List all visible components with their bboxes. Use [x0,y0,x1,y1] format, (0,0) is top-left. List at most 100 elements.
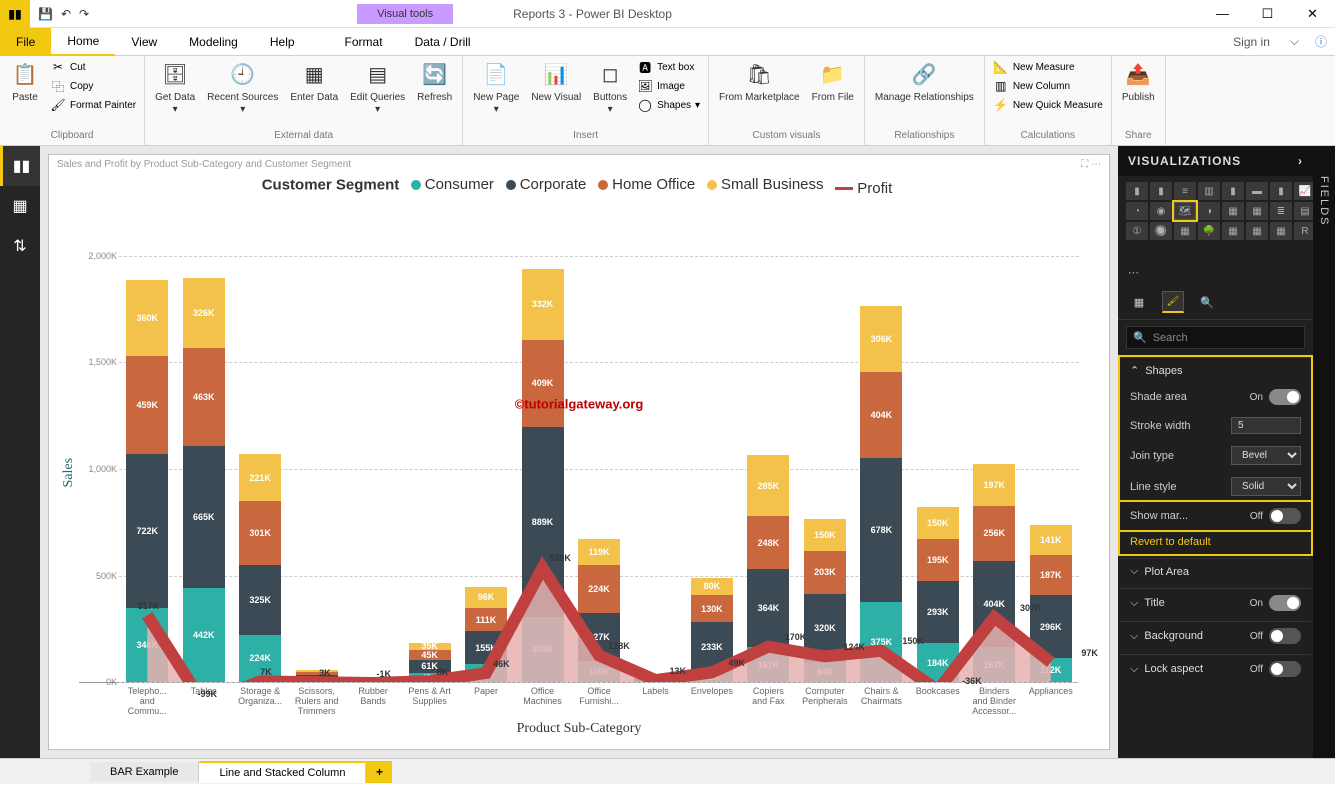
buttons-button[interactable]: ◻Buttons▾ [589,58,631,118]
datadrill-tab[interactable]: Data / Drill [399,28,487,56]
new-column-button[interactable]: ▥New Column [991,77,1105,95]
copy-button[interactable]: ⿻Copy [48,77,138,95]
join-type-select[interactable]: Bevel [1231,446,1301,465]
format-tab[interactable]: Format [329,28,399,56]
bar-column[interactable]: 306K404K678K375K [857,203,905,683]
bar-column[interactable]: 332K409K889K308K [518,203,566,683]
viz-type-1[interactable]: ▮ [1150,182,1172,200]
bar-column[interactable]: 221K301K325K224K [236,203,284,683]
bar-column[interactable]: 285K248K364K167K [744,203,792,683]
from-marketplace-button[interactable]: 🛍From Marketplace [715,58,804,106]
edit-queries-button[interactable]: ▤Edit Queries▾ [346,58,409,118]
vizpane-collapse-icon[interactable]: › [1298,154,1303,168]
paste-button[interactable]: 📋Paste [6,58,44,106]
maximize-button[interactable]: ☐ [1245,0,1290,28]
home-tab[interactable]: Home [51,28,115,56]
viz-type-4[interactable]: ▮ [1222,182,1244,200]
lockaspect-toggle[interactable] [1269,661,1301,677]
viz-type-18[interactable]: ▦ [1174,222,1196,240]
bar-column[interactable] [349,203,397,683]
viz-type-17[interactable]: 🔘 [1150,222,1172,240]
viz-type-0[interactable]: ▮ [1126,182,1148,200]
new-quick-measure-button[interactable]: ⚡New Quick Measure [991,96,1105,114]
viz-type-8[interactable]: ◔ [1126,202,1148,220]
file-tab[interactable]: File [0,28,51,56]
bar-column[interactable]: 197K256K404K167K [970,203,1018,683]
cut-button[interactable]: ✂Cut [48,58,138,76]
textbox-button[interactable]: 🅰Text box [635,58,702,76]
stroke-width-input[interactable] [1231,417,1301,434]
chart-visual[interactable]: Sales and Profit by Product Sub-Category… [48,154,1110,750]
bar-column[interactable]: 119K224K227K100K [575,203,623,683]
get-data-button[interactable]: 🗄Get Data▾ [151,58,199,118]
refresh-button[interactable]: 🔄Refresh [413,58,456,106]
viz-type-3[interactable]: ▥ [1198,182,1220,200]
viz-type-22[interactable]: ▦ [1270,222,1292,240]
fields-pane-collapsed[interactable]: FIELDS [1313,146,1335,758]
minimize-button[interactable]: — [1200,0,1245,28]
new-visual-button[interactable]: 📊New Visual [527,58,585,106]
revert-to-default[interactable]: Revert to default [1120,530,1311,554]
from-file-button[interactable]: 📁From File [808,58,858,106]
show-marker-toggle[interactable] [1269,508,1301,524]
plotarea-header[interactable]: ⌵Plot Area [1120,558,1311,584]
title-toggle[interactable] [1269,595,1301,611]
bar-column[interactable]: 326K463K665K442K [179,203,227,683]
viz-type-12[interactable]: ▦ [1222,202,1244,220]
bar-column[interactable] [292,203,340,683]
manage-relationships-button[interactable]: 🔗Manage Relationships [871,58,978,106]
page-tab-bar-example[interactable]: BAR Example [90,762,199,782]
bar-column[interactable]: 96K111K155K84K [462,203,510,683]
redo-icon[interactable]: ↷ [79,7,89,21]
help-dropdown-icon[interactable]: ⌵ [1282,34,1307,49]
data-view-icon[interactable]: ▦ [0,186,40,226]
report-canvas[interactable]: Sales and Profit by Product Sub-Category… [40,146,1118,758]
shapes-button[interactable]: ◯Shapes ▾ [635,96,702,114]
viz-type-6[interactable]: ▮ [1270,182,1292,200]
format-search-input[interactable]: 🔍 Search [1126,326,1305,349]
page-tab-line-stacked[interactable]: Line and Stacked Column [199,761,366,783]
close-button[interactable]: ✕ [1290,0,1335,28]
enter-data-button[interactable]: ▦Enter Data [286,58,342,106]
analytics-tab-icon[interactable]: 🔍 [1196,291,1218,313]
more-visuals-icon[interactable]: ⋯ [1118,266,1313,285]
report-view-icon[interactable]: ▮▮ [0,146,40,186]
lockaspect-header[interactable]: ⌵Lock aspectOff [1120,654,1311,683]
format-painter-button[interactable]: 🖌Format Painter [48,96,138,114]
undo-icon[interactable]: ↶ [61,7,71,21]
viz-type-2[interactable]: ≡ [1174,182,1196,200]
viz-type-21[interactable]: ▦ [1246,222,1268,240]
title-prop-header[interactable]: ⌵TitleOn [1120,588,1311,617]
bar-column[interactable]: 80K130K233K48K [688,203,736,683]
viz-type-10[interactable]: 🗺 [1174,202,1196,220]
save-icon[interactable]: 💾 [38,7,53,21]
help-icon[interactable]: ⓘ [1307,33,1335,50]
modeling-tab[interactable]: Modeling [173,28,254,56]
view-tab[interactable]: View [115,28,173,56]
viz-type-11[interactable]: ◑ [1198,202,1220,220]
bar-column[interactable]: 150K203K320K94K [801,203,849,683]
viz-type-20[interactable]: ▦ [1222,222,1244,240]
sign-in-link[interactable]: Sign in [1221,35,1282,49]
viz-type-13[interactable]: ▦ [1246,202,1268,220]
shade-area-toggle[interactable] [1269,389,1301,405]
image-button[interactable]: 🖼Image [635,77,702,95]
new-measure-button[interactable]: 📐New Measure [991,58,1105,76]
format-tab-icon[interactable]: 🖌 [1162,291,1184,313]
viz-type-5[interactable]: ▬ [1246,182,1268,200]
bar-column[interactable]: 35K45K61K45K [405,203,453,683]
viz-type-9[interactable]: ◉ [1150,202,1172,220]
new-page-button[interactable]: 📄New Page▾ [469,58,523,118]
background-toggle[interactable] [1269,628,1301,644]
publish-button[interactable]: 📤Publish [1118,58,1159,106]
viz-type-14[interactable]: ≣ [1270,202,1292,220]
help-tab[interactable]: Help [254,28,311,56]
viz-type-19[interactable]: 🌳 [1198,222,1220,240]
fields-tab-icon[interactable]: ▦ [1128,291,1150,313]
model-view-icon[interactable]: ⇅ [0,226,40,266]
add-page-button[interactable]: + [366,761,392,783]
bar-column[interactable] [631,203,679,683]
focus-mode-icon[interactable]: ⛶ ⋯ [1081,159,1101,170]
shapes-header[interactable]: ⌃Shapes [1120,357,1311,383]
recent-sources-button[interactable]: 🕘Recent Sources▾ [203,58,282,118]
